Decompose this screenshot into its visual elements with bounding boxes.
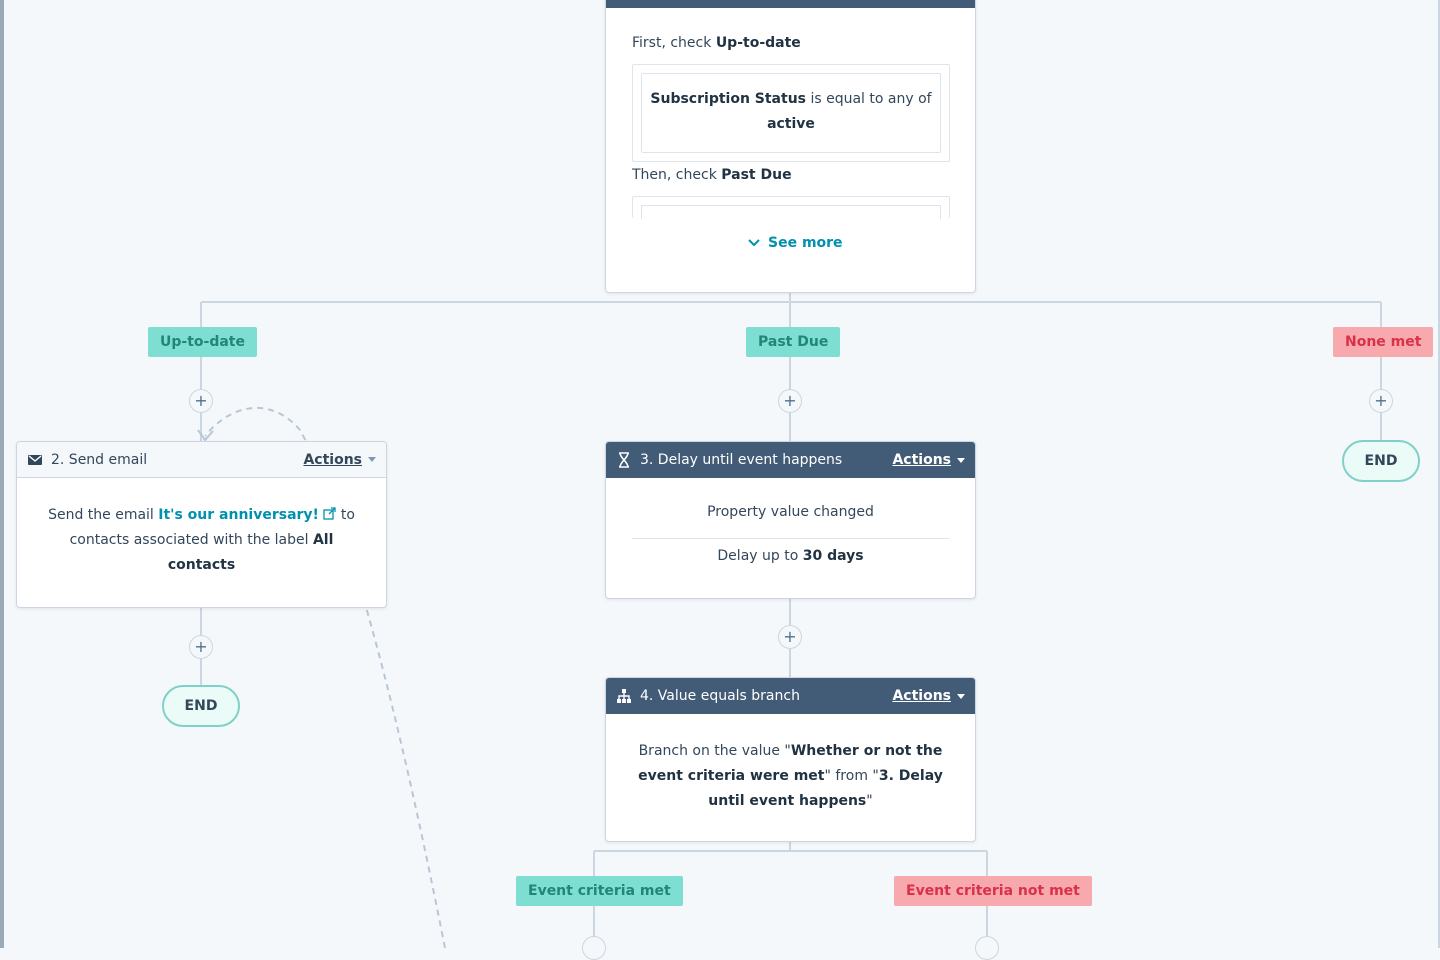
first-check-line: First, check Up-to-date (632, 35, 801, 51)
delay-duration-line: Delay up to 30 days (717, 548, 864, 564)
condition-filter-box: Subscription Status is equal to any of a… (641, 73, 941, 153)
add-action-button[interactable]: + (189, 389, 213, 413)
caret-down-icon (368, 457, 376, 462)
condition-group-box: Subscription Status is equal to any of a… (632, 64, 950, 162)
branch-condition-card[interactable]: First, check Up-to-date Subscription Sta… (605, 0, 976, 293)
add-action-button[interactable] (582, 936, 606, 960)
external-link-icon[interactable] (323, 507, 337, 520)
value-equals-branch-card[interactable]: 4. Value equals branch Actions Branch on… (605, 677, 976, 842)
email-icon (27, 452, 43, 468)
branch-label-none-met: None met (1333, 327, 1434, 357)
email-name-link[interactable]: It's our anniversary! (158, 507, 319, 523)
branch-label-event-criteria-met: Event criteria met (516, 876, 683, 906)
chevron-down-icon (748, 239, 760, 247)
delay-duration-value: 30 days (802, 548, 864, 564)
condition-operator: is equal to any of (810, 91, 932, 107)
add-action-button[interactable]: + (1369, 389, 1393, 413)
branch-card-header[interactable]: 4. Value equals branch Actions (606, 678, 975, 714)
send-email-card-header[interactable]: 2. Send email Actions (17, 442, 386, 478)
add-action-button[interactable]: + (189, 635, 213, 659)
hourglass-icon (616, 452, 632, 468)
branch-icon (616, 688, 632, 704)
add-action-button[interactable] (975, 936, 999, 960)
branch-condition-card-header (606, 0, 975, 8)
send-email-card-title: 2. Send email (51, 451, 148, 468)
condition-value: active (767, 116, 815, 132)
delay-trigger-line: Property value changed (707, 504, 874, 520)
delay-card-header[interactable]: 3. Delay until event happens Actions (606, 442, 975, 478)
truncated-fade (641, 205, 941, 219)
branch-card-body: Branch on the value "Whether or not the … (638, 743, 943, 809)
first-check-branch-name: Up-to-date (715, 35, 801, 51)
branch-card-title: 4. Value equals branch (640, 688, 800, 704)
add-action-button[interactable]: + (778, 625, 802, 649)
caret-down-icon (957, 693, 965, 699)
end-node: END (162, 685, 240, 727)
send-email-card-body: Send the email It's our anniversary! to … (48, 507, 355, 573)
actions-menu-button[interactable]: Actions (303, 452, 376, 468)
branch-label-past-due: Past Due (746, 327, 841, 357)
then-check-branch-name: Past Due (721, 167, 792, 183)
end-node: END (1342, 440, 1420, 482)
condition-property: Subscription Status (650, 91, 806, 107)
add-action-button[interactable]: + (778, 389, 802, 413)
branch-label-event-criteria-not-met: Event criteria not met (894, 876, 1092, 906)
delay-card-title: 3. Delay until event happens (640, 452, 843, 468)
see-more-button[interactable]: See more (748, 235, 843, 251)
actions-menu-button[interactable]: Actions (892, 452, 965, 468)
condition-group-box-truncated (632, 196, 950, 219)
branch-label-up-to-date: Up-to-date (148, 327, 257, 357)
actions-menu-button[interactable]: Actions (892, 688, 965, 704)
then-check-line: Then, check Past Due (632, 167, 792, 183)
send-email-card[interactable]: 2. Send email Actions Send the email It'… (16, 441, 387, 608)
caret-down-icon (957, 457, 965, 463)
delay-divider (632, 538, 949, 539)
delay-until-event-card[interactable]: 3. Delay until event happens Actions Pro… (605, 441, 976, 599)
